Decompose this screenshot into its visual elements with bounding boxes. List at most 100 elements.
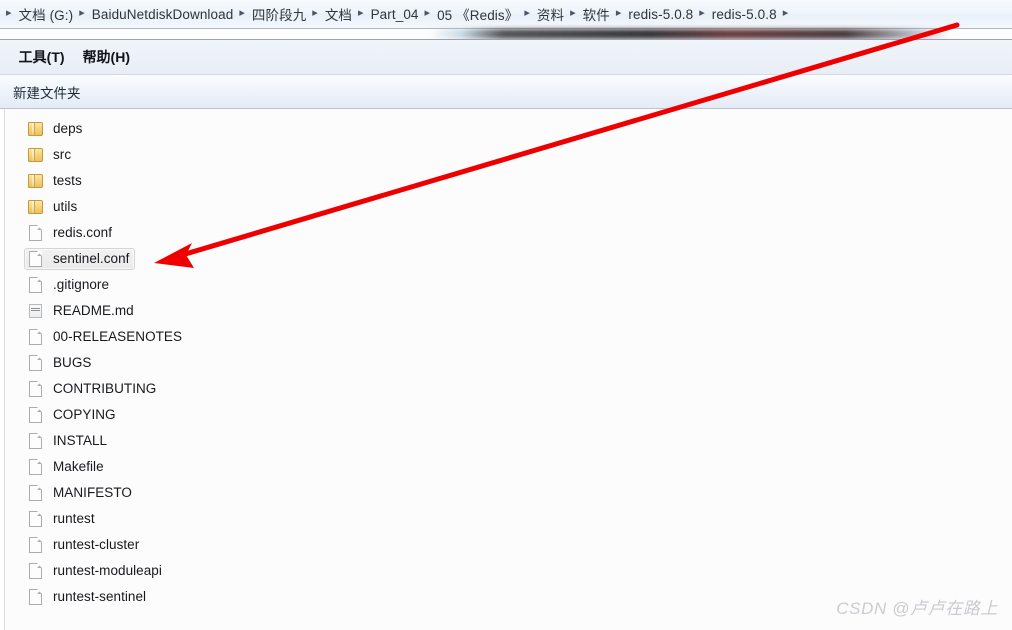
breadcrumb-separator-icon[interactable]: ▸ — [75, 7, 90, 19]
file-list-item[interactable]: README.md — [24, 300, 140, 322]
document-icon — [28, 355, 45, 371]
file-list-item-label: Makefile — [53, 459, 104, 475]
document-icon — [28, 251, 45, 267]
breadcrumb-item[interactable]: redis-5.0.8 — [710, 6, 779, 23]
file-list-item[interactable]: COPYING — [24, 404, 122, 426]
breadcrumb-item-label: BaiduNetdiskDownload — [91, 6, 234, 22]
breadcrumb-separator-icon[interactable]: ▸ — [354, 7, 369, 19]
document-icon — [28, 433, 45, 449]
file-list-item-label: runtest-sentinel — [53, 589, 147, 605]
document-icon — [28, 537, 45, 553]
breadcrumb-item[interactable]: 软件 — [581, 3, 612, 25]
breadcrumb-item[interactable]: 文档 — [323, 3, 354, 25]
menu-bar: ) 工具(T) 帮助(H) — [0, 39, 1012, 75]
document-icon — [28, 511, 45, 527]
menu-item-help[interactable]: 帮助(H) — [74, 44, 139, 70]
breadcrumb-item[interactable]: Part_04 — [369, 6, 421, 23]
folder-icon — [28, 147, 45, 163]
folder-icon — [28, 199, 45, 215]
breadcrumb-separator-icon[interactable]: ▸ — [520, 7, 535, 19]
file-list-item-label: src — [53, 147, 72, 163]
file-list-item-label: runtest-cluster — [53, 537, 140, 553]
document-icon-fold — [37, 355, 42, 360]
breadcrumb-separator-icon[interactable]: ▸ — [566, 7, 581, 19]
file-list-item[interactable]: runtest-sentinel — [24, 586, 152, 608]
file-list-item-label: MANIFESTO — [53, 485, 132, 501]
document-icon-fold — [37, 433, 42, 438]
breadcrumb-item[interactable]: BaiduNetdiskDownload — [90, 6, 236, 23]
breadcrumb-item-label: 文档 — [324, 8, 353, 23]
file-list-item-label: runtest-moduleapi — [53, 563, 162, 579]
document-icon-fold — [37, 485, 42, 490]
file-list-item[interactable]: 00-RELEASENOTES — [24, 326, 188, 348]
breadcrumb-item-label: redis-5.0.8 — [711, 6, 777, 22]
document-icon — [28, 563, 45, 579]
file-list-item[interactable]: sentinel.conf — [24, 248, 136, 270]
breadcrumb-separator-icon[interactable]: ▸ — [612, 7, 627, 19]
breadcrumb-address-bar[interactable]: ▸ 文档 (G:) ▸ BaiduNetdiskDownload ▸ 四阶段九 ▸ 文档 ▸ Pa… — [0, 0, 1012, 29]
document-icon — [28, 589, 45, 605]
file-list-item-label: sentinel.conf — [53, 251, 130, 267]
folder-icon — [28, 121, 45, 137]
document-icon — [28, 459, 45, 475]
file-list-pane[interactable]: deps src tests utils redis.conf sentinel.conf… — [0, 109, 1012, 630]
file-list-item[interactable]: runtest-cluster — [24, 534, 145, 556]
blurred-window-strip — [430, 29, 950, 39]
file-list-item[interactable]: deps — [24, 118, 88, 140]
breadcrumb-separator-icon[interactable]: ▸ — [421, 7, 436, 19]
file-list-item[interactable]: redis.conf — [24, 222, 118, 244]
file-list-item[interactable]: INSTALL — [24, 430, 113, 452]
breadcrumb-item-label: redis-5.0.8 — [628, 6, 694, 22]
menu-item-partial[interactable]: ) — [0, 46, 10, 68]
file-list-item[interactable]: Makefile — [24, 456, 110, 478]
csdn-watermark: CSDN @卢卢在路上 — [836, 599, 998, 618]
breadcrumb-item[interactable]: 05 《Redis》 — [435, 3, 520, 25]
document-icon — [28, 225, 45, 241]
folder-icon — [28, 173, 45, 189]
file-list-item-label: tests — [53, 173, 82, 189]
document-icon-fold — [37, 329, 42, 334]
file-list-item[interactable]: runtest — [24, 508, 101, 530]
file-list-item[interactable]: MANIFESTO — [24, 482, 138, 504]
file-list-item[interactable]: src — [24, 144, 77, 166]
file-list-item[interactable]: CONTRIBUTING — [24, 378, 162, 400]
command-toolbar: 新建文件夹 — [0, 75, 1012, 109]
file-list-item-label: README.md — [53, 303, 134, 319]
document-icon-fold — [37, 251, 42, 256]
breadcrumb-separator-icon[interactable]: ▸ — [779, 7, 794, 19]
new-folder-button[interactable]: 新建文件夹 — [7, 80, 87, 104]
menu-item-tools[interactable]: 工具(T) — [10, 44, 74, 70]
file-list-item[interactable]: .gitignore — [24, 274, 115, 296]
document-icon-fold — [37, 589, 42, 594]
document-icon-fold — [37, 459, 42, 464]
file-list-item[interactable]: utils — [24, 196, 83, 218]
file-list-item-label: CONTRIBUTING — [53, 381, 157, 397]
document-icon — [28, 381, 45, 397]
document-icon-fold — [37, 407, 42, 412]
breadcrumb-separator-icon[interactable]: ▸ — [308, 7, 323, 19]
breadcrumb-item[interactable]: 文档 (G:) — [17, 3, 76, 25]
document-icon-fold — [37, 563, 42, 568]
document-icon-fold — [37, 381, 42, 386]
markdown-icon-lines — [31, 308, 40, 313]
file-list-item-label: COPYING — [53, 407, 116, 423]
breadcrumb-separator-icon[interactable]: ▸ — [235, 7, 250, 19]
file-list-item-label: runtest — [53, 511, 95, 527]
breadcrumb-item-label: 05 《Redis》 — [437, 8, 519, 23]
file-list-item-label: utils — [53, 199, 78, 215]
pane-divider — [4, 109, 5, 630]
breadcrumb-item[interactable]: 资料 — [535, 3, 566, 25]
document-icon-fold — [37, 277, 42, 282]
file-list-item[interactable]: runtest-moduleapi — [24, 560, 168, 582]
breadcrumb-item[interactable]: 四阶段九 — [250, 3, 308, 25]
document-icon-fold — [37, 225, 42, 230]
breadcrumb-item[interactable]: redis-5.0.8 — [626, 6, 695, 23]
breadcrumb-separator-icon[interactable]: ▸ — [695, 7, 710, 19]
file-list-item-label: redis.conf — [53, 225, 113, 241]
file-list-item-label: 00-RELEASENOTES — [53, 329, 183, 345]
file-list-item[interactable]: BUGS — [24, 352, 97, 374]
file-list-item[interactable]: tests — [24, 170, 88, 192]
breadcrumb-item-label: 资料 — [536, 8, 565, 23]
breadcrumb-item-label: 四阶段九 — [251, 8, 307, 23]
document-icon — [28, 277, 45, 293]
